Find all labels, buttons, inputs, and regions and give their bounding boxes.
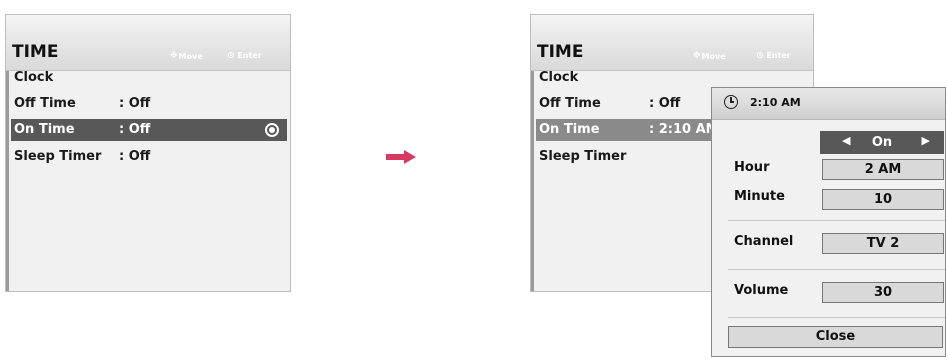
hour-label: Hour	[734, 160, 770, 175]
menu-title: TIME	[12, 42, 59, 62]
menu-item-label: Off Time	[14, 96, 76, 111]
enter-hint-label: Enter	[766, 51, 791, 60]
enter-icon: ⊙	[756, 51, 764, 61]
divider	[728, 220, 945, 221]
menu-item-clock[interactable]: Clock	[11, 67, 287, 89]
move-arrows-icon: ✥	[170, 51, 178, 61]
menu-item-value: : Off	[649, 96, 681, 111]
menu-item-clock[interactable]: Clock	[536, 67, 712, 89]
on-off-selector[interactable]: ◀ On ▶	[820, 131, 944, 154]
menu-item-on-time[interactable]: On Time : 2:10 AM	[536, 119, 719, 141]
menu-item-off-time[interactable]: Off Time : Off	[536, 93, 712, 115]
menu-item-label: On Time	[539, 122, 600, 137]
menu-item-label: On Time	[14, 122, 75, 137]
divider	[728, 269, 945, 270]
menu-item-sleep-timer[interactable]: Sleep Timer	[536, 146, 712, 168]
move-hint: ✥ Move	[693, 51, 726, 61]
channel-field[interactable]: TV 2	[822, 233, 944, 254]
on-time-popup: 2:10 AM ◀ On ▶ Hour 2 AM Minute 10 Chann…	[711, 87, 946, 357]
enter-icon: ⊙	[227, 51, 235, 61]
close-button[interactable]: Close	[728, 326, 943, 348]
menu-item-label: Sleep Timer	[539, 149, 627, 164]
menu-header: TIME ✥ Move ⊙ Enter	[531, 15, 813, 71]
menu-item-sleep-timer[interactable]: Sleep Timer : Off	[11, 146, 287, 168]
menu-item-label: Sleep Timer	[14, 149, 102, 164]
hour-field[interactable]: 2 AM	[822, 159, 944, 180]
minute-field[interactable]: 10	[822, 189, 944, 210]
enter-hint-label: Enter	[237, 51, 262, 60]
right-arrow-icon[interactable]: ▶	[922, 134, 930, 147]
popup-header: 2:10 AM	[712, 88, 945, 120]
volume-field[interactable]: 30	[822, 282, 944, 303]
menu-title: TIME	[537, 42, 584, 62]
volume-label: Volume	[734, 283, 789, 298]
menu-header: TIME ✥ Move ⊙ Enter	[6, 15, 290, 71]
menu-item-value: : Off	[119, 96, 151, 111]
minute-label: Minute	[734, 189, 785, 204]
menu-item-value: : Off	[119, 122, 151, 137]
move-hint-label: Move	[178, 51, 203, 61]
channel-label: Channel	[734, 234, 794, 249]
time-menu-left: TIME ✥ Move ⊙ Enter Clock Off Time : Off…	[5, 14, 291, 292]
enter-hint: ⊙ Enter	[756, 51, 791, 61]
selected-radio-icon	[265, 123, 279, 137]
enter-hint: ⊙ Enter	[227, 51, 262, 61]
menu-item-value: : Off	[119, 149, 151, 164]
menu-item-on-time[interactable]: On Time : Off	[11, 119, 287, 141]
move-arrows-icon: ✥	[693, 51, 701, 61]
divider	[728, 317, 945, 318]
move-hint-label: Move	[701, 51, 726, 61]
transition-arrow-icon	[386, 150, 416, 164]
menu-item-value: : 2:10 AM	[649, 122, 719, 137]
clock-icon	[724, 95, 738, 109]
menu-item-off-time[interactable]: Off Time : Off	[11, 93, 287, 115]
popup-time: 2:10 AM	[750, 96, 801, 109]
menu-item-label: Off Time	[539, 96, 601, 111]
move-hint: ✥ Move	[170, 51, 203, 61]
menu-item-label: Clock	[539, 70, 579, 85]
menu-item-label: Clock	[14, 70, 54, 85]
